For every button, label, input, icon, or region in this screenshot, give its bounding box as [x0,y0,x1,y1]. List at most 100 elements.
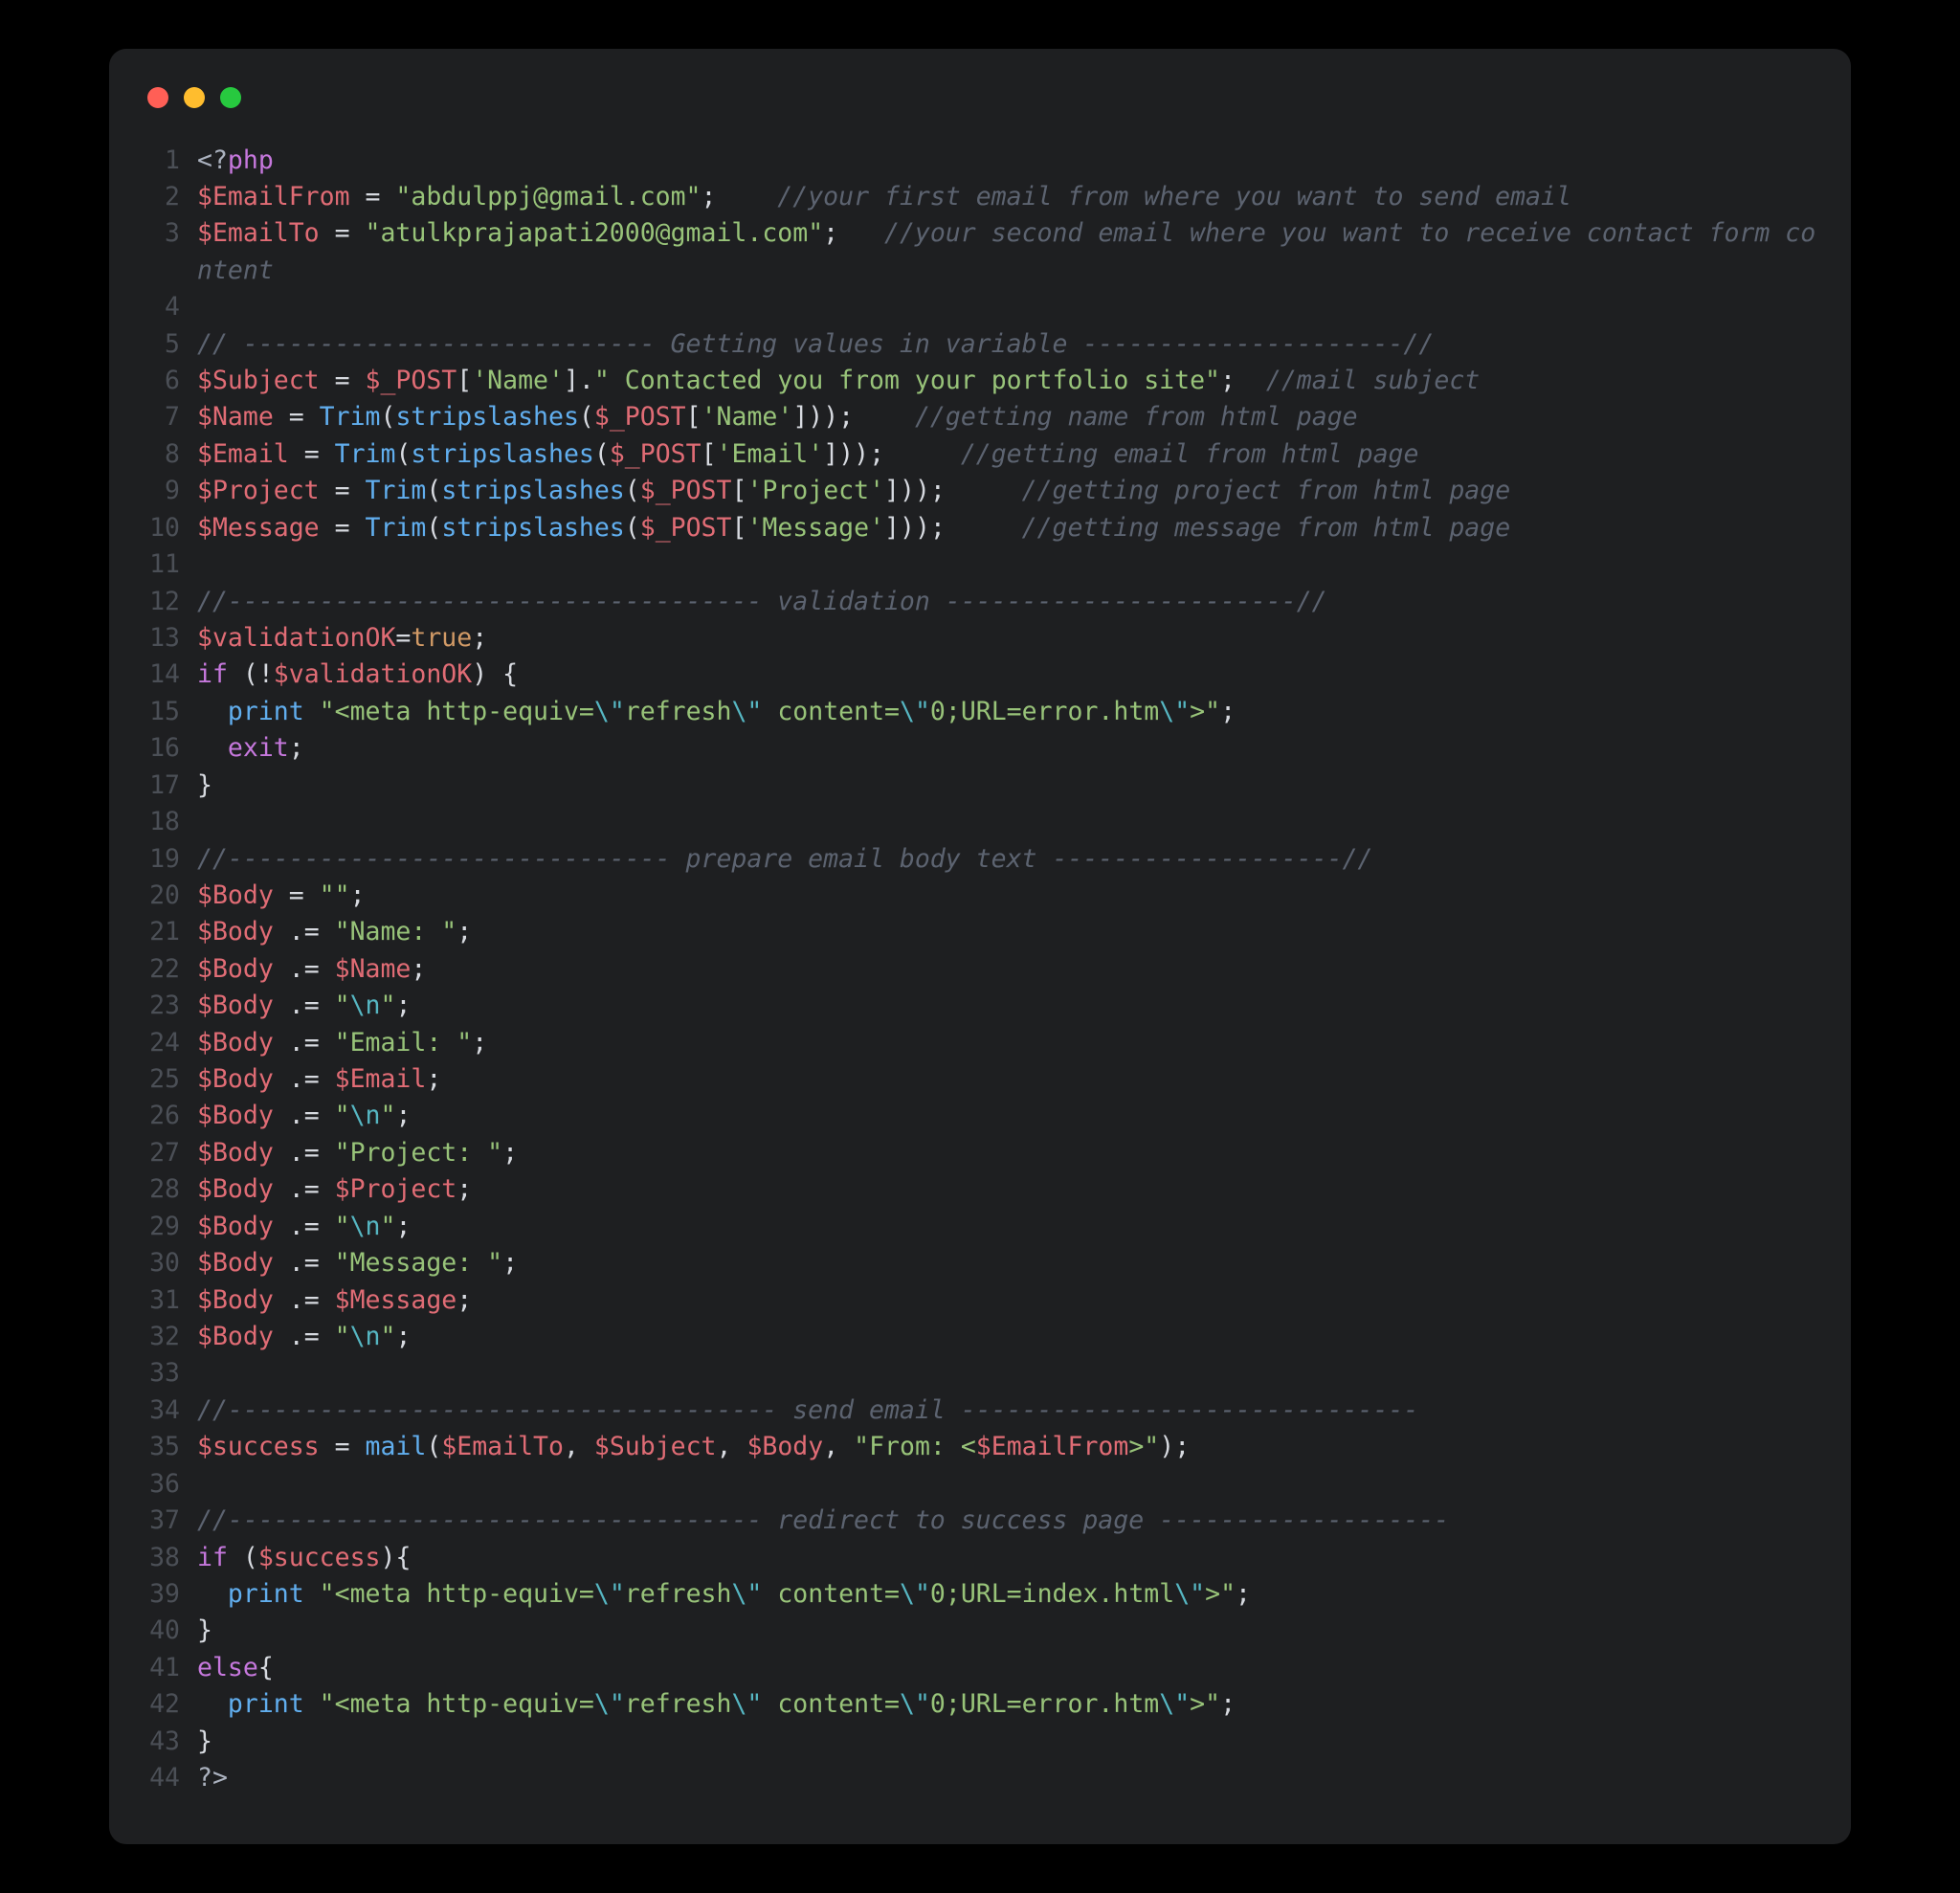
code-line: 14if (!$validationOK) { [144,657,1816,693]
line-content: // --------------------------- Getting v… [197,326,1434,363]
line-number: 8 [144,436,197,473]
code-line: 5// --------------------------- Getting … [144,326,1816,363]
line-content: $Body .= "Email: "; [197,1025,487,1061]
line-content: } [197,768,212,804]
line-content: $Body .= $Message; [197,1282,472,1319]
code-line: 18 [144,804,1816,840]
code-line: 36 [144,1466,1816,1503]
line-content: //----------------------------------- va… [197,584,1327,620]
line-content: $Body .= $Project; [197,1171,472,1208]
line-number: 40 [144,1613,197,1649]
code-line: 26$Body .= "\n"; [144,1098,1816,1134]
line-number: 31 [144,1282,197,1319]
code-line: 12//----------------------------------- … [144,584,1816,620]
line-content: $Body .= "Name: "; [197,914,472,950]
line-content: $EmailTo = "atulkprajapati2000@gmail.com… [197,215,1816,289]
code-line: 9$Project = Trim(stripslashes($_POST['Pr… [144,473,1816,509]
line-content: $Name = Trim(stripslashes($_POST['Name']… [197,399,1358,435]
line-number: 33 [144,1355,197,1392]
line-number: 15 [144,694,197,730]
line-content: print "<meta http-equiv=\"refresh\" cont… [197,1576,1251,1613]
line-content: } [197,1724,212,1760]
code-line: 2$EmailFrom = "abdulppj@gmail.com"; //yo… [144,179,1816,215]
code-line: 25$Body .= $Email; [144,1061,1816,1098]
code-line: 16 exit; [144,730,1816,767]
code-line: 29$Body .= "\n"; [144,1209,1816,1245]
window-titlebar [144,78,1816,143]
line-number: 18 [144,804,197,840]
line-number: 6 [144,363,197,399]
line-number: 30 [144,1245,197,1281]
line-number: 38 [144,1540,197,1576]
line-content: $success = mail($EmailTo, $Subject, $Bod… [197,1429,1190,1465]
close-icon[interactable] [147,87,168,108]
line-number: 4 [144,289,197,325]
line-number: 11 [144,546,197,583]
line-content: //------------------------------------ s… [197,1392,1418,1429]
code-line: 7$Name = Trim(stripslashes($_POST['Name'… [144,399,1816,435]
line-content: $Body .= "\n"; [197,988,411,1024]
line-content: if ($success){ [197,1540,411,1576]
line-content: $Body .= $Email; [197,1061,441,1098]
line-number: 27 [144,1135,197,1171]
line-content: print "<meta http-equiv=\"refresh\" cont… [197,1686,1236,1723]
code-line: 43} [144,1724,1816,1760]
line-content: $Body .= "\n"; [197,1098,411,1134]
line-number: 44 [144,1760,197,1796]
line-number: 34 [144,1392,197,1429]
line-number: 25 [144,1061,197,1098]
line-number: 9 [144,473,197,509]
line-number: 42 [144,1686,197,1723]
line-content: $Body .= $Name; [197,951,426,988]
line-number: 29 [144,1209,197,1245]
line-number: 21 [144,914,197,950]
code-line: 6$Subject = $_POST['Name']." Contacted y… [144,363,1816,399]
line-number: 32 [144,1319,197,1355]
minimize-icon[interactable] [184,87,205,108]
line-number: 28 [144,1171,197,1208]
code-line: 27$Body .= "Project: "; [144,1135,1816,1171]
code-line: 15 print "<meta http-equiv=\"refresh\" c… [144,694,1816,730]
line-number: 20 [144,878,197,914]
line-content: ?> [197,1760,228,1796]
line-number: 19 [144,841,197,878]
code-line: 4 [144,289,1816,325]
code-line: 11 [144,546,1816,583]
line-content: $Body .= "Project: "; [197,1135,518,1171]
line-number: 1 [144,143,197,179]
code-line: 44?> [144,1760,1816,1796]
code-line: 37//----------------------------------- … [144,1503,1816,1539]
line-content: } [197,1613,212,1649]
line-number: 36 [144,1466,197,1503]
code-line: 23$Body .= "\n"; [144,988,1816,1024]
code-editor[interactable]: 1<?php2$EmailFrom = "abdulppj@gmail.com"… [144,143,1816,1797]
code-line: 39 print "<meta http-equiv=\"refresh\" c… [144,1576,1816,1613]
editor-window: 1<?php2$EmailFrom = "abdulppj@gmail.com"… [109,49,1851,1845]
code-line: 40} [144,1613,1816,1649]
line-number: 16 [144,730,197,767]
line-number: 41 [144,1650,197,1686]
code-line: 41else{ [144,1650,1816,1686]
line-content: $Project = Trim(stripslashes($_POST['Pro… [197,473,1510,509]
code-line: 34//------------------------------------… [144,1392,1816,1429]
code-line: 33 [144,1355,1816,1392]
code-line: 32$Body .= "\n"; [144,1319,1816,1355]
code-line: 35$success = mail($EmailTo, $Subject, $B… [144,1429,1816,1465]
line-content: if (!$validationOK) { [197,657,518,693]
line-number: 3 [144,215,197,252]
line-number: 10 [144,510,197,546]
code-line: 8$Email = Trim(stripslashes($_POST['Emai… [144,436,1816,473]
code-line: 38if ($success){ [144,1540,1816,1576]
line-content: else{ [197,1650,274,1686]
line-number: 43 [144,1724,197,1760]
line-number: 35 [144,1429,197,1465]
line-content: print "<meta http-equiv=\"refresh\" cont… [197,694,1236,730]
line-content: $Subject = $_POST['Name']." Contacted yo… [197,363,1480,399]
zoom-icon[interactable] [220,87,241,108]
line-number: 39 [144,1576,197,1613]
line-number: 14 [144,657,197,693]
line-content: $Body .= "\n"; [197,1319,411,1355]
line-content: //----------------------------- prepare … [197,841,1373,878]
line-content: $Body = ""; [197,878,366,914]
line-number: 23 [144,988,197,1024]
